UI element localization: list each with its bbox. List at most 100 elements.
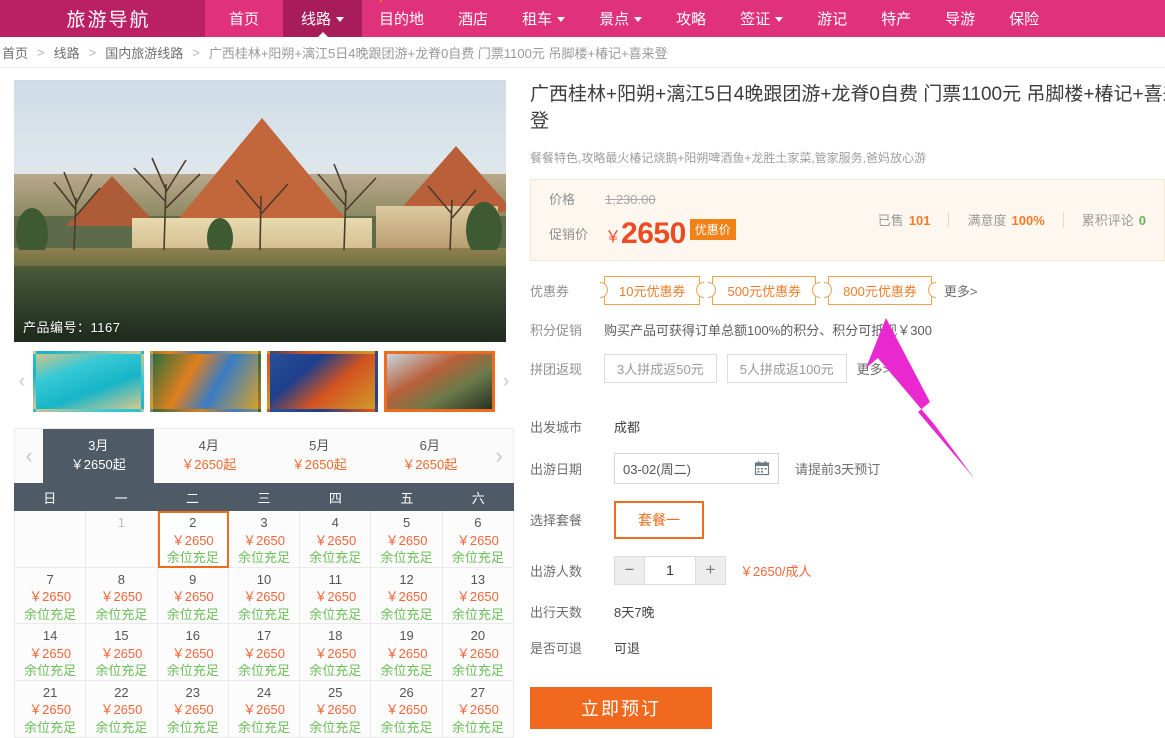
month-tab-2[interactable]: 4月￥2650起 [154, 429, 265, 483]
coupon-row: 优惠券 10元优惠券500元优惠券800元优惠券 更多> [530, 276, 1165, 305]
group-buy-option-2[interactable]: 5人拼成返100元 [727, 354, 847, 383]
people-count-label: 出游人数 [530, 561, 614, 580]
nav-item-11[interactable]: 导游 [928, 0, 992, 37]
month-next-arrow[interactable]: › [485, 429, 513, 483]
nav-item-1[interactable]: 首页 [205, 0, 283, 37]
thumbs-prev-arrow[interactable]: ‹ [14, 372, 30, 391]
calendar-cell-day-27[interactable]: 27￥2650余位充足 [443, 681, 514, 738]
product-hero-image[interactable]: 产品编号：1167 [14, 80, 506, 342]
people-increase-button[interactable]: + [695, 556, 726, 585]
calendar-cell-day-11[interactable]: 11￥2650余位充足 [300, 568, 371, 625]
breadcrumb-item-1[interactable]: 首页 [2, 43, 28, 62]
nav-item-label: 线路 [301, 8, 331, 29]
calendar-cell-day-8[interactable]: 8￥2650余位充足 [86, 568, 157, 625]
calendar-cell-day-20[interactable]: 20￥2650余位充足 [443, 624, 514, 681]
calendar-cell-day-3[interactable]: 3￥2650余位充足 [229, 511, 300, 568]
calendar-cell-day-24[interactable]: 24￥2650余位充足 [229, 681, 300, 738]
travel-date-input[interactable]: 03-02(周二) [614, 453, 779, 484]
calendar-cell-day-26[interactable]: 26￥2650余位充足 [371, 681, 442, 738]
nav-item-5[interactable]: 租车 [505, 0, 582, 37]
thumbnail-2[interactable] [150, 351, 261, 412]
nav-item-2[interactable]: 线路 [283, 0, 362, 37]
nav-item-7[interactable]: 攻略 [659, 0, 723, 37]
calendar-day-price: ￥2650 [158, 532, 228, 550]
calendar-cell-day-23[interactable]: 23￥2650余位充足 [158, 681, 229, 738]
package-option-1[interactable]: 套餐一 [614, 501, 704, 539]
site-logo[interactable]: 旅游导航 [0, 0, 205, 37]
thumbnail-3[interactable] [267, 351, 378, 412]
nav-item-8[interactable]: 签证 [723, 0, 800, 37]
calendar-cell-day-5[interactable]: 5￥2650余位充足 [371, 511, 442, 568]
calendar-cell-day-25[interactable]: 25￥2650余位充足 [300, 681, 371, 738]
page-title-line1: 广西桂林+阳朔+漓江5日4晚跟团游+龙脊0自费 门票1100元 吊脚楼+椿记+喜… [530, 84, 1165, 105]
calendar-cell-day-22[interactable]: 22￥2650余位充足 [86, 681, 157, 738]
thumbnail-1[interactable] [33, 351, 144, 412]
calendar-cell-day-10[interactable]: 10￥2650余位充足 [229, 568, 300, 625]
original-price-row: 价格 1,230.00 [531, 189, 860, 217]
price-panel: 价格 1,230.00 促销价 ￥ 2650 优惠价 已售101满意度100%累… [530, 179, 1165, 261]
package-label: 选择套餐 [530, 510, 614, 529]
people-decrease-button[interactable]: − [614, 556, 645, 585]
month-tab-4[interactable]: 6月￥2650起 [375, 429, 486, 483]
breadcrumb-item-2[interactable]: 线路 [54, 43, 80, 62]
calendar-day-number: 22 [86, 684, 156, 702]
calendar-cell-day-15[interactable]: 15￥2650余位充足 [86, 624, 157, 681]
calendar-cell-day-2[interactable]: 2￥2650余位充足 [158, 511, 229, 568]
calendar-day-stock: 余位充足 [158, 719, 228, 737]
calendar-cell-day-6[interactable]: 6￥2650余位充足 [443, 511, 514, 568]
original-price-label: 价格 [531, 189, 605, 208]
calendar-day-number: 6 [443, 514, 513, 532]
nav-item-4[interactable]: 酒店 [441, 0, 505, 37]
breadcrumb-item-4: 广西桂林+阳朔+漓江5日4晚跟团游+龙脊0自费 门票1100元 吊脚楼+椿记+喜… [209, 43, 668, 62]
thumbnail-4[interactable] [384, 351, 495, 412]
calendar-cell-day-4[interactable]: 4￥2650余位充足 [300, 511, 371, 568]
month-prev-arrow[interactable]: ‹ [15, 429, 43, 483]
coupon-2[interactable]: 500元优惠券 [712, 276, 816, 305]
calendar-cell-day-12[interactable]: 12￥2650余位充足 [371, 568, 442, 625]
weekday-2: 一 [85, 483, 156, 511]
calendar-cell-day-14[interactable]: 14￥2650余位充足 [15, 624, 86, 681]
calendar-cell-day-21[interactable]: 21￥2650余位充足 [15, 681, 86, 738]
month-tab-3[interactable]: 5月￥2650起 [264, 429, 375, 483]
calendar-weekday-header: 日一二三四五六 [14, 483, 514, 511]
coupon-more-link[interactable]: 更多> [944, 281, 978, 300]
calendar-day-number: 11 [300, 571, 370, 589]
calendar-day-stock: 余位充足 [229, 606, 299, 624]
stat-label: 已售 [878, 213, 904, 228]
month-tab-1[interactable]: 3月￥2650起 [43, 429, 154, 483]
nav-item-9[interactable]: 游记 [800, 0, 864, 37]
calendar-cell-day-18[interactable]: 18￥2650余位充足 [300, 624, 371, 681]
nav-item-12[interactable]: 保险 [992, 0, 1056, 37]
nav-item-6[interactable]: 景点 [582, 0, 659, 37]
breadcrumb-item-3[interactable]: 国内旅游线路 [105, 43, 183, 62]
coupon-1[interactable]: 10元优惠券 [604, 276, 700, 305]
group-buy-option-1[interactable]: 3人拼成返50元 [604, 354, 717, 383]
breadcrumb-separator: > [37, 45, 45, 60]
calendar-cell-day-9[interactable]: 9￥2650余位充足 [158, 568, 229, 625]
calendar-cell-day-7[interactable]: 7￥2650余位充足 [15, 568, 86, 625]
calendar-cell-day-16[interactable]: 16￥2650余位充足 [158, 624, 229, 681]
calendar-cell-day-19[interactable]: 19￥2650余位充足 [371, 624, 442, 681]
calendar-cell-day-13[interactable]: 13￥2650余位充足 [443, 568, 514, 625]
nav-item-3[interactable]: 目的地 [362, 0, 441, 37]
thumbs-next-arrow[interactable]: › [498, 372, 514, 391]
nav-item-10[interactable]: 特产 [864, 0, 928, 37]
stat-label: 累积评论 [1082, 213, 1134, 228]
chevron-down-icon [557, 17, 565, 22]
calendar-cell-day-17[interactable]: 17￥2650余位充足 [229, 624, 300, 681]
stat-value: 101 [909, 213, 931, 228]
group-buy-more-link[interactable]: 更多> [857, 359, 891, 378]
weekday-1: 日 [14, 483, 85, 511]
thumbnail-strip: ‹ › [14, 351, 514, 412]
refundable-row: 是否可退 可退 [530, 638, 1165, 657]
page-title-line2: 登 [530, 109, 1165, 136]
calendar-day-stock: 余位充足 [15, 719, 85, 737]
people-count-value[interactable]: 1 [645, 556, 695, 585]
calendar-day-price: ￥2650 [86, 701, 156, 719]
refundable-value: 可退 [614, 638, 640, 657]
calendar-day-number: 14 [15, 627, 85, 645]
book-now-button[interactable]: 立即预订 [530, 687, 712, 729]
nav-item-list: 首页线路 目的地酒店租车景点攻略签证游记特产导游保险 [205, 0, 1056, 37]
currency-symbol: ￥ [605, 223, 621, 247]
coupon-3[interactable]: 800元优惠券 [828, 276, 932, 305]
